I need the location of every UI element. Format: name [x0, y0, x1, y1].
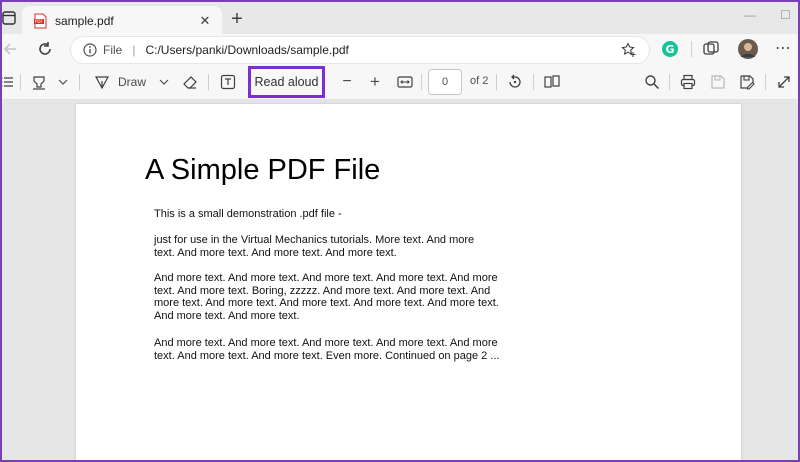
tab-strip: PDF sample.pdf ✕ + — ☐: [0, 0, 800, 36]
refresh-icon[interactable]: [36, 40, 54, 58]
highlight-icon[interactable]: [30, 72, 48, 92]
document-paragraph: And more text. And more text. And more t…: [154, 272, 499, 322]
add-text-icon[interactable]: [219, 72, 237, 92]
divider: [496, 74, 497, 90]
eraser-icon[interactable]: [181, 72, 199, 92]
zoom-out-button[interactable]: −: [339, 72, 355, 92]
pdf-viewer[interactable]: A Simple PDF File This is a small demons…: [0, 100, 800, 462]
divider: [669, 74, 670, 90]
svg-text:G: G: [666, 43, 675, 56]
search-icon[interactable]: [643, 72, 661, 92]
divider: [765, 74, 766, 90]
document-title: A Simple PDF File: [145, 154, 381, 186]
divider: [691, 41, 692, 57]
highlight-dropdown-icon[interactable]: [56, 72, 70, 92]
tab-title: sample.pdf: [55, 14, 114, 28]
address-url[interactable]: C:/Users/panki/Downloads/sample.pdf: [145, 43, 621, 57]
rotate-icon[interactable]: [506, 72, 524, 92]
address-separator: |: [132, 43, 136, 57]
svg-text:PDF: PDF: [35, 19, 43, 24]
menu-dots-icon[interactable]: ⋯: [772, 38, 794, 58]
maximize-icon[interactable]: ☐: [780, 8, 791, 22]
add-favorite-icon[interactable]: [621, 42, 637, 58]
document-paragraph: And more text. And more text. And more t…: [154, 337, 500, 362]
document-paragraph: just for use in the Virtual Mechanics tu…: [154, 234, 475, 259]
address-bar[interactable]: File | C:/Users/panki/Downloads/sample.p…: [70, 36, 650, 64]
contents-icon[interactable]: [0, 72, 14, 92]
pdf-toolbar: Draw Read aloud − + 0 of 2: [0, 64, 800, 100]
save-as-icon[interactable]: [738, 72, 756, 92]
read-aloud-button[interactable]: Read aloud: [248, 66, 325, 98]
pdf-page: A Simple PDF File This is a small demons…: [76, 104, 741, 462]
document-paragraph: This is a small demonstration .pdf file …: [154, 208, 342, 220]
expand-icon[interactable]: [775, 72, 793, 92]
zoom-in-button[interactable]: +: [367, 72, 383, 92]
minimize-icon[interactable]: —: [744, 8, 756, 22]
collections-icon[interactable]: [702, 40, 720, 58]
save-icon[interactable]: [709, 72, 727, 92]
navigation-bar: File | C:/Users/panki/Downloads/sample.p…: [0, 34, 800, 64]
page-count-label: of 2: [470, 75, 489, 87]
pdf-file-icon: PDF: [34, 13, 47, 29]
address-scheme-label: File: [103, 43, 123, 57]
grammarly-icon[interactable]: G: [661, 40, 679, 58]
page-number-input[interactable]: 0: [428, 69, 462, 95]
close-tab-icon[interactable]: ✕: [198, 13, 212, 29]
draw-dropdown-icon[interactable]: [157, 72, 171, 92]
divider: [20, 74, 21, 90]
back-arrow-icon[interactable]: [2, 40, 20, 58]
print-icon[interactable]: [679, 72, 697, 92]
tab-actions-icon[interactable]: [2, 11, 16, 25]
draw-button[interactable]: Draw: [117, 72, 147, 92]
fit-to-page-icon[interactable]: [396, 72, 414, 92]
draw-pen-icon[interactable]: [94, 72, 110, 92]
info-icon[interactable]: [83, 43, 97, 57]
divider: [421, 74, 422, 90]
new-tab-button[interactable]: +: [228, 9, 246, 29]
divider: [208, 74, 209, 90]
divider: [533, 74, 534, 90]
divider: [79, 74, 80, 90]
profile-avatar-icon[interactable]: [738, 39, 758, 59]
page-view-icon[interactable]: [543, 72, 561, 92]
tab-sample-pdf[interactable]: PDF sample.pdf ✕: [22, 6, 222, 36]
